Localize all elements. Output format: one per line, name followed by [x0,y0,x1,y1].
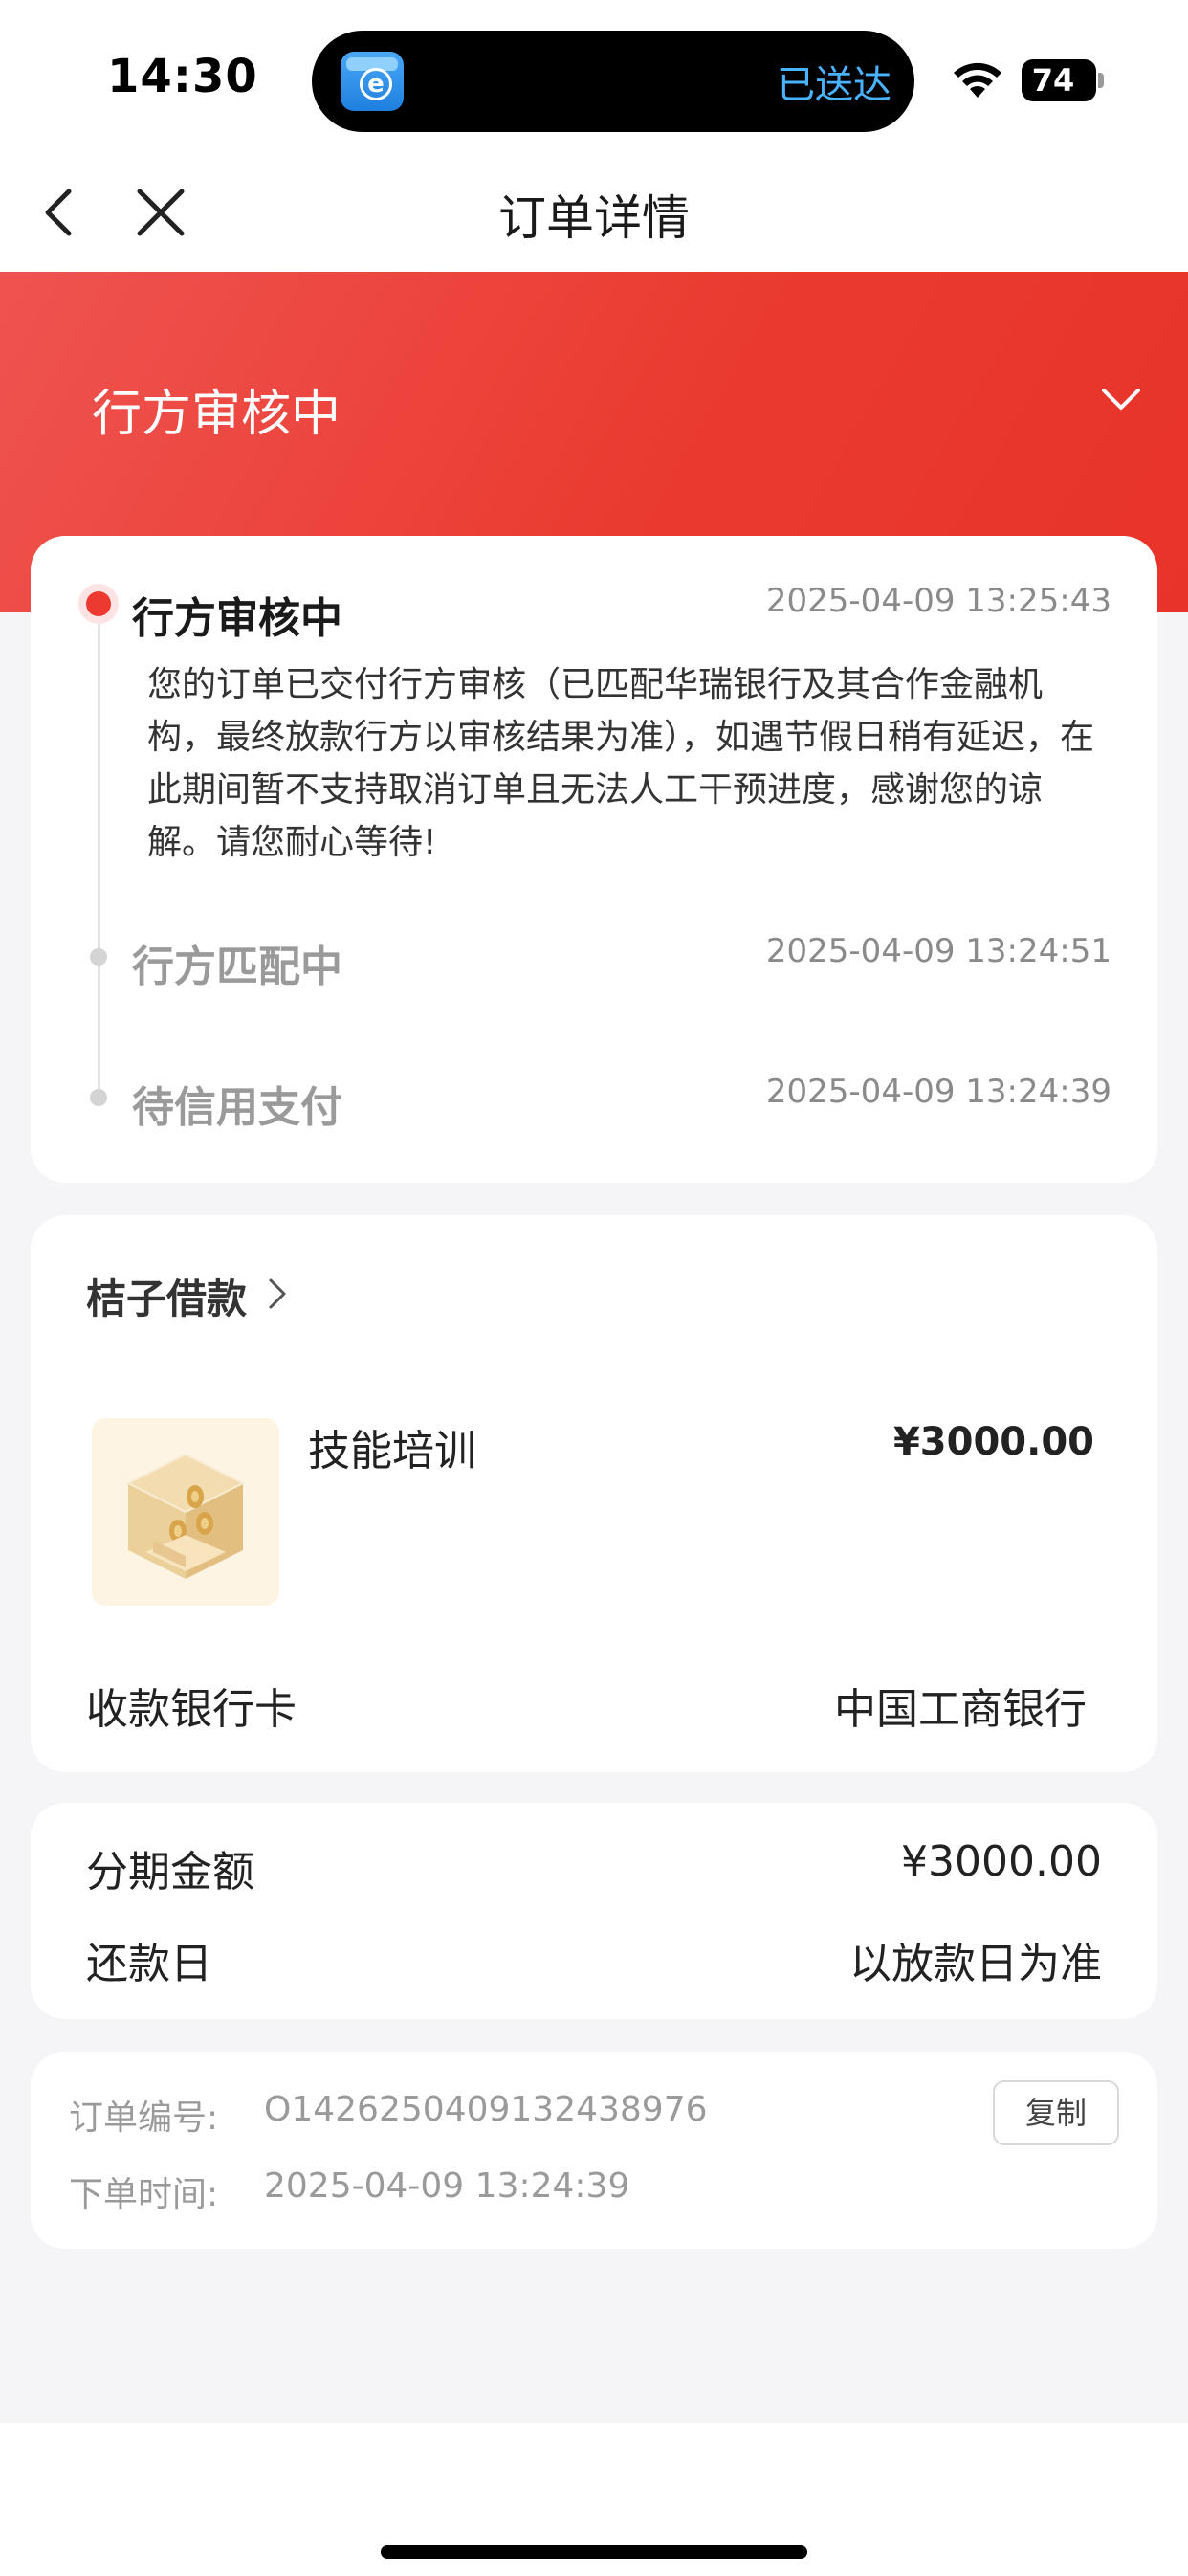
product-name: 技能培训 [308,1427,476,1476]
dynamic-island[interactable]: 已送达 [312,31,914,132]
timeline-dot [90,948,107,966]
timeline-step-description: 您的订单已交付行方审核（已匹配华瑞银行及其合作金融机构，最终放款行方以审核结果为… [147,665,1095,862]
bank-card-value: 中国工商银行 [834,1685,1087,1734]
copy-button[interactable]: 复制 [993,2080,1119,2145]
timeline-step-time: 2025-04-09 13:24:39 [765,1073,1111,1111]
order-info-card: 订单编号: O1426250409132438976 复制 下单时间: 2025… [31,2052,1157,2249]
wifi-icon [954,62,1001,98]
merchant-name[interactable]: 桔子借款 [86,1267,247,1325]
status-time: 14:30 [107,50,258,103]
repay-day-label: 还款日 [86,1940,212,1988]
timeline-step-time: 2025-04-09 13:25:43 [765,582,1111,620]
battery-icon: 74 [1022,59,1104,101]
timeline-dot [90,1089,107,1106]
installment-card: 分期金额 ¥3000.00 还款日 以放款日为准 [31,1803,1157,2019]
status-header-title: 行方审核中 [92,386,341,443]
timeline-step-title: 行方匹配中 [132,943,342,991]
app-icon [341,52,404,111]
island-status-text: 已送达 [777,63,891,107]
timeline-step-time: 2025-04-09 13:24:51 [765,932,1111,970]
product-image [92,1418,279,1606]
order-number-label: 订单编号: [69,2099,219,2138]
bank-card-label: 收款银行卡 [86,1685,297,1734]
bottom-area [0,2423,1188,2576]
coin-box-icon [125,1453,246,1579]
nav-bar: 订单详情 [0,153,1188,272]
product-card: 桔子借款 技能培训 ¥3000.00 收款银行卡 中国工商银行 [31,1215,1157,1772]
timeline-dot-active [78,584,119,624]
chevron-right-icon[interactable] [266,1275,289,1313]
battery-level: 74 [1031,62,1075,99]
chevron-down-icon[interactable] [1100,385,1142,413]
repay-day-value: 以放款日为准 [849,1940,1102,1988]
order-time-label: 下单时间: [69,2175,219,2214]
order-time-value: 2025-04-09 13:24:39 [264,2166,630,2206]
installment-amount-value: ¥3000.00 [901,1837,1102,1886]
timeline-line [98,599,100,1097]
timeline-card: 行方审核中 2025-04-09 13:25:43 您的订单已交付行方审核（已匹… [31,536,1157,1183]
page-title: 订单详情 [498,190,690,246]
timeline-step-title: 待信用支付 [132,1083,342,1132]
timeline-step-title: 行方审核中 [132,594,342,643]
order-number-value: O1426250409132438976 [264,2090,708,2129]
installment-amount-label: 分期金额 [86,1848,254,1897]
product-price: ¥3000.00 [892,1420,1094,1464]
status-bar: 14:30 已送达 74 [0,0,1188,153]
home-indicator[interactable] [381,2545,807,2559]
